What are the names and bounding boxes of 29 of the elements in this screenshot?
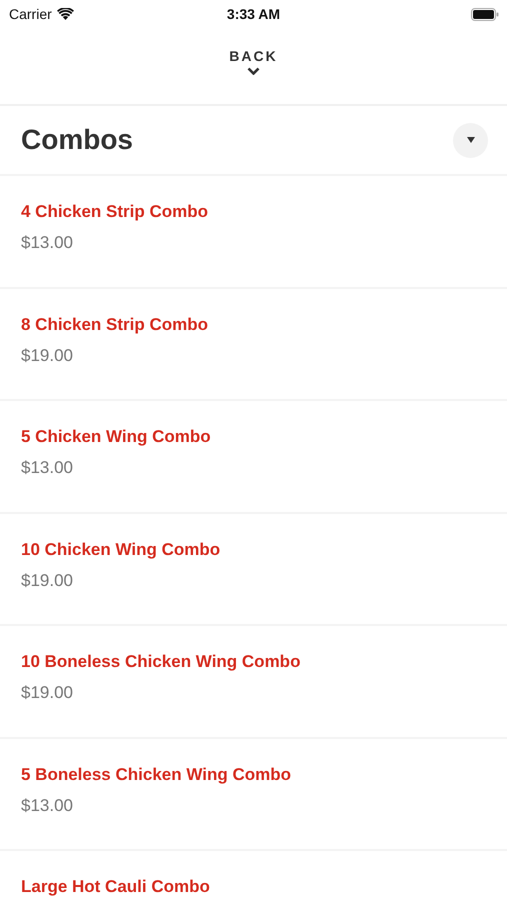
item-price: $19.00 [21,346,74,366]
item-price: $19.00 [21,570,74,590]
caret-icon [466,137,474,143]
item-name: 8 Chicken Strip Combo [21,314,210,334]
clock-time: 3:33 AM [226,6,280,22]
menu-item[interactable]: 5 Boneless Chicken Wing Combo $13.00 [0,738,507,851]
dropdown-button[interactable] [453,122,488,158]
menu-item[interactable]: 5 Chicken Wing Combo $13.00 [0,401,507,514]
chevron-down-icon [246,67,260,75]
item-price: $13.00 [21,796,74,816]
menu-item[interactable]: Large Hot Cauli Combo [0,851,507,897]
menu-item[interactable]: 4 Chicken Strip Combo $13.00 [0,176,507,288]
section-title: Combos [21,124,134,156]
menu-item[interactable]: 10 Boneless Chicken Wing Combo $19.00 [0,626,507,738]
carrier-label: Carrier [9,6,52,22]
item-name: 4 Chicken Strip Combo [21,202,210,222]
item-name: 10 Boneless Chicken Wing Combo [21,652,302,672]
battery-icon [471,8,499,20]
item-name: 10 Chicken Wing Combo [21,540,222,560]
back-button[interactable]: BACK [229,48,278,88]
wifi-icon [56,8,74,20]
item-price: $13.00 [21,458,74,478]
item-price: $13.00 [21,233,74,253]
item-name: Large Hot Cauli Combo [21,877,211,897]
item-name: 5 Chicken Wing Combo [21,427,212,447]
menu-item[interactable]: 8 Chicken Strip Combo $19.00 [0,288,507,401]
menu-item[interactable]: 10 Chicken Wing Combo $19.00 [0,514,507,626]
item-name: 5 Boneless Chicken Wing Combo [21,764,292,784]
item-price: $19.00 [21,683,74,703]
